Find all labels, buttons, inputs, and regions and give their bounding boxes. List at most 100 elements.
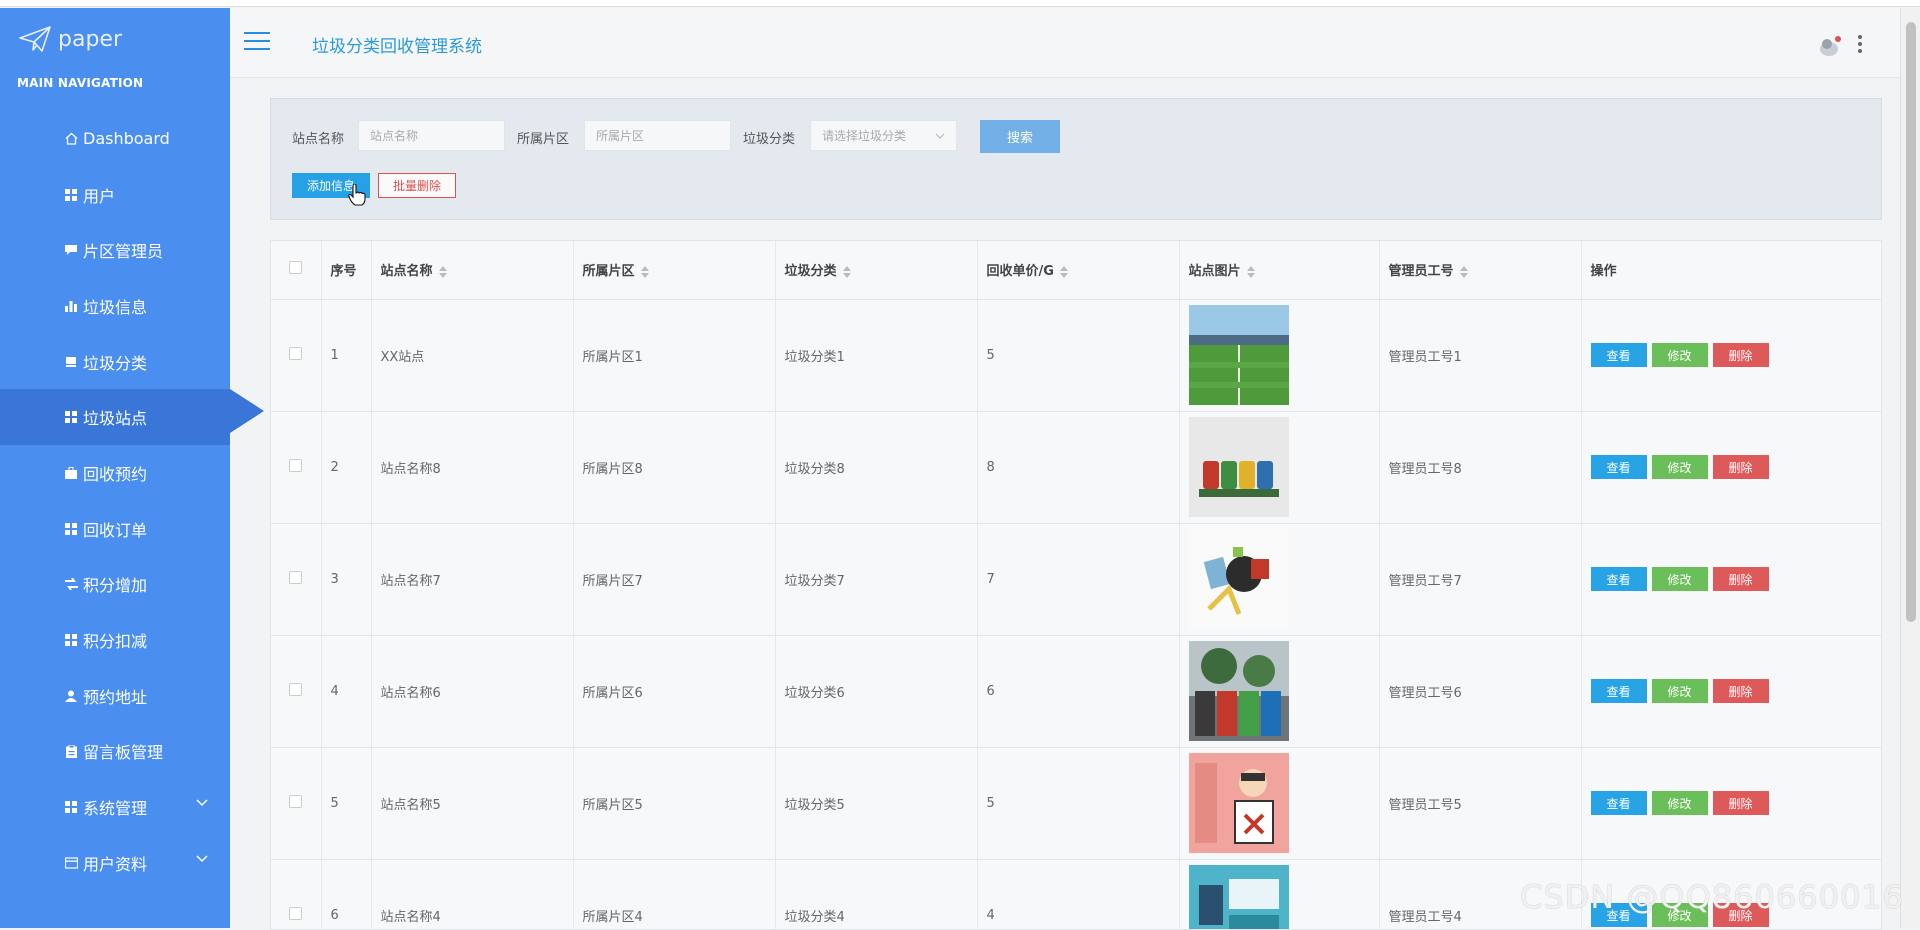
delete-button[interactable]: 删除	[1712, 679, 1769, 703]
view-button[interactable]: 查看	[1590, 343, 1647, 367]
column-header[interactable]: 垃圾分类	[775, 241, 978, 300]
sidebar-item-system-management[interactable]: 系统管理	[0, 779, 230, 835]
sidebar-item-label: 垃圾站点	[83, 409, 148, 429]
sidebar-item-recycle-orders[interactable]: 回收订单	[0, 501, 230, 557]
row-checkbox[interactable]	[289, 794, 303, 808]
menu-toggle-icon[interactable]	[244, 32, 270, 52]
stations-table: 序号 站点名称 所属片区 垃圾分类 回收单价/G 站点图片 管理员工号 操作 1…	[271, 241, 1881, 930]
stations-table-panel: 序号 站点名称 所属片区 垃圾分类 回收单价/G 站点图片 管理员工号 操作 1…	[270, 240, 1882, 930]
grid-icon	[64, 188, 78, 202]
sidebar-item-label: 用户资料	[83, 854, 148, 874]
edit-button[interactable]: 修改	[1651, 791, 1708, 815]
sort-icon[interactable]	[1059, 265, 1068, 278]
edit-button[interactable]: 修改	[1651, 679, 1708, 703]
sidebar-item-user-profile[interactable]: 用户资料	[0, 835, 230, 891]
station-image-cartoon-trash[interactable]	[1188, 529, 1289, 629]
view-button[interactable]: 查看	[1590, 791, 1647, 815]
row-checkbox[interactable]	[289, 458, 303, 472]
sidebar-item-waste-info[interactable]: 垃圾信息	[0, 278, 230, 334]
edit-button[interactable]: 修改	[1651, 455, 1708, 479]
cell-admin: 管理员工号8	[1379, 411, 1582, 524]
edit-button[interactable]: 修改	[1651, 343, 1708, 367]
category-select[interactable]: 请选择垃圾分类	[810, 120, 957, 151]
station-image-street-bins[interactable]	[1188, 641, 1289, 741]
sort-icon[interactable]	[640, 265, 649, 278]
sidebar-item-message-board[interactable]: 留言板管理	[0, 724, 230, 780]
briefcase-icon	[64, 466, 78, 480]
cell-admin: 管理员工号1	[1379, 299, 1582, 412]
edit-button[interactable]: 修改	[1651, 567, 1708, 591]
top-strip	[0, 0, 1920, 7]
sidebar-item-label: Dashboard	[83, 129, 170, 149]
page-scrollbar[interactable]	[1900, 8, 1920, 928]
select-all-cell	[271, 241, 322, 300]
view-button[interactable]: 查看	[1590, 455, 1647, 479]
station-image-football-field[interactable]	[1188, 305, 1289, 405]
station-image-bins-poster[interactable]	[1188, 865, 1289, 930]
scrollbar-thumb[interactable]	[1906, 22, 1916, 622]
cell-district: 所属片区5	[573, 747, 776, 860]
column-header[interactable]: 回收单价/G	[977, 241, 1180, 300]
sidebar-item-waste-categories[interactable]: 垃圾分类	[0, 334, 230, 390]
sidebar-item-label: 回收预约	[83, 464, 148, 484]
delete-button[interactable]: 删除	[1712, 567, 1769, 591]
cell-index: 6	[321, 859, 372, 929]
column-header-label: 回收单价/G	[986, 264, 1054, 280]
more-vertical-icon[interactable]	[1857, 34, 1863, 54]
sort-icon[interactable]	[438, 265, 447, 278]
avatar[interactable]	[1818, 34, 1844, 58]
cell-price: 8	[977, 411, 1180, 524]
delete-button[interactable]: 删除	[1712, 791, 1769, 815]
sort-icon[interactable]	[842, 265, 851, 278]
station-image-four-bins[interactable]	[1188, 417, 1289, 517]
sidebar: paper MAIN NAVIGATION Dashboard 用户 片区管理员…	[0, 8, 264, 928]
sidebar-item-label: 垃圾分类	[83, 353, 148, 373]
column-header: 序号	[321, 241, 372, 300]
column-header[interactable]: 管理员工号	[1379, 241, 1582, 300]
chevron-down-icon	[196, 799, 208, 807]
cell-category: 垃圾分类8	[775, 411, 978, 524]
sidebar-item-label: 回收订单	[83, 520, 148, 540]
row-checkbox[interactable]	[289, 570, 303, 584]
sort-icon[interactable]	[1459, 265, 1468, 278]
sidebar-item-label: 用户	[83, 186, 116, 206]
sidebar-item-points-deduct[interactable]: 积分扣减	[0, 612, 230, 668]
column-header[interactable]: 站点名称	[371, 241, 574, 300]
sidebar-item-dashboard[interactable]: Dashboard	[0, 111, 230, 167]
sort-icon[interactable]	[1246, 265, 1255, 278]
sidebar-item-booking-address[interactable]: 预约地址	[0, 668, 230, 724]
delete-button[interactable]: 删除	[1712, 455, 1769, 479]
column-header[interactable]: 站点图片	[1179, 241, 1380, 300]
nav-heading: MAIN NAVIGATION	[17, 76, 144, 90]
sidebar-item-label: 预约地址	[83, 687, 148, 707]
select-all-checkbox[interactable]	[289, 261, 303, 275]
row-checkbox[interactable]	[289, 346, 303, 360]
grid-icon	[64, 522, 78, 536]
cell-category: 垃圾分类7	[775, 523, 978, 636]
district-input[interactable]: 所属片区	[584, 120, 731, 151]
sidebar-item-recycle-booking[interactable]: 回收预约	[0, 445, 230, 501]
sidebar-item-district-admins[interactable]: 片区管理员	[0, 222, 230, 278]
table-row: 1 XX站点 所属片区1 垃圾分类1 5 管理员工号1 查看 修改 删除	[271, 299, 1881, 412]
chevron-down-icon	[196, 855, 208, 862]
cell-price: 6	[977, 635, 1180, 748]
delete-button[interactable]: 删除	[1712, 343, 1769, 367]
view-button[interactable]: 查看	[1590, 679, 1647, 703]
view-button[interactable]: 查看	[1590, 567, 1647, 591]
batch-delete-button[interactable]: 批量删除	[378, 173, 456, 198]
column-header[interactable]: 所属片区	[573, 241, 776, 300]
sidebar-item-waste-stations[interactable]: 垃圾站点	[0, 389, 264, 446]
row-checkbox[interactable]	[289, 906, 303, 920]
sidebar-item-points-add[interactable]: 积分增加	[0, 557, 230, 613]
sidebar-item-users[interactable]: 用户	[0, 167, 230, 223]
cell-index: 3	[321, 523, 372, 636]
table-row: 2 站点名称8 所属片区8 垃圾分类8 8 管理员工号8 查看 修改 删除	[271, 411, 1881, 524]
search-button[interactable]: 搜索	[980, 120, 1060, 153]
column-header-label: 垃圾分类	[784, 264, 837, 280]
cell-district: 所属片区6	[573, 635, 776, 748]
site-name-input[interactable]: 站点名称	[358, 120, 505, 151]
row-checkbox[interactable]	[289, 682, 303, 696]
grid-icon	[64, 800, 78, 814]
station-image-hazard-poster[interactable]	[1188, 753, 1289, 853]
brand-logo[interactable]: paper	[18, 24, 122, 54]
